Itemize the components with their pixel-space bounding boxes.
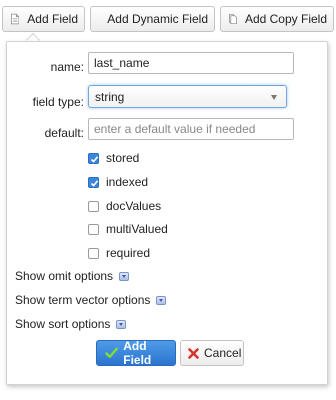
add-field-submit-button[interactable]: Add Field [96,339,176,367]
indexed-checkbox[interactable] [88,176,99,188]
field-type-select[interactable]: string [88,85,287,108]
add-field-toolbar-label: Add Field [27,12,78,26]
required-checkbox[interactable] [88,247,99,259]
cancel-label: Cancel [204,346,242,360]
show-term-vector-options-label: Show term vector options [15,293,151,307]
add-copy-field-toolbar-label: Add Copy Field [244,12,327,26]
docvalues-checkbox[interactable] [88,200,99,212]
add-field-toolbar-button[interactable]: Add Field [2,6,85,32]
name-input[interactable] [88,52,294,74]
expand-icon [156,295,167,305]
checkmark-icon [90,179,99,187]
add-dynamic-field-toolbar-button[interactable]: Add Dynamic Field [90,6,215,32]
multivalued-checkbox-row[interactable]: multiValued [88,221,168,237]
stored-label: stored [106,151,140,165]
copy-document-icon [229,13,237,25]
required-checkbox-row[interactable]: required [88,245,150,261]
checkmark-icon [105,347,119,359]
docvalues-checkbox-row[interactable]: docValues [88,198,161,214]
show-omit-options-label: Show omit options [15,269,114,283]
field-type-label: field type: [32,95,84,109]
show-term-vector-options-toggle[interactable]: Show term vector options [15,293,167,307]
multivalued-label: multiValued [106,222,168,236]
expand-icon [116,319,127,329]
document-icon [11,13,20,25]
show-omit-options-toggle[interactable]: Show omit options [15,269,130,283]
chevron-down-icon [271,95,277,100]
show-sort-options-toggle[interactable]: Show sort options [15,317,127,331]
add-copy-field-toolbar-button[interactable]: Add Copy Field [220,6,334,32]
stored-checkbox-row[interactable]: stored [88,150,139,166]
indexed-label: indexed [106,175,149,189]
expand-icon [119,271,130,281]
docvalues-label: docValues [106,199,162,213]
default-label: default: [44,126,84,140]
show-sort-options-label: Show sort options [15,317,111,331]
checkmark-icon [90,155,99,163]
cancel-button[interactable]: Cancel [180,340,244,366]
field-type-value: string [95,89,125,104]
add-field-submit-label: Add Field [123,339,152,367]
indexed-checkbox-row[interactable]: indexed [88,174,148,190]
toolbar: Add Field Add Dynamic Field Add Copy Fie… [0,0,336,40]
stored-checkbox[interactable] [88,152,99,164]
add-dynamic-field-toolbar-label: Add Dynamic Field [107,12,208,26]
name-label: name: [50,60,84,74]
close-icon [188,347,199,359]
multivalued-checkbox[interactable] [88,223,99,235]
default-value-input[interactable] [88,118,294,140]
required-label: required [106,246,151,260]
